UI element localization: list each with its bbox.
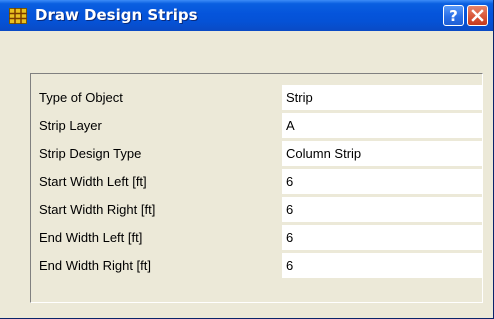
help-icon: ?	[449, 7, 458, 25]
type-of-object-field[interactable]: Strip	[282, 85, 482, 110]
property-label: End Width Right [ft]	[39, 258, 151, 273]
property-row-start-width-right: Start Width Right [ft] 6	[31, 196, 482, 223]
property-row-end-width-right: End Width Right [ft] 6	[31, 252, 482, 279]
title-bar[interactable]: Draw Design Strips ?	[0, 0, 493, 31]
draw-design-strips-dialog: Draw Design Strips ? Type of Object Stri…	[0, 0, 494, 319]
property-label: End Width Left [ft]	[39, 230, 143, 245]
property-label: Strip Design Type	[39, 146, 142, 161]
property-label: Type of Object	[39, 90, 123, 105]
close-button[interactable]	[467, 5, 488, 26]
end-width-left-field[interactable]: 6	[282, 225, 482, 250]
property-row-strip-layer: Strip Layer A	[31, 112, 482, 139]
end-width-right-field[interactable]: 6	[282, 253, 482, 278]
strip-layer-field[interactable]: A	[282, 113, 482, 138]
window-title: Draw Design Strips	[35, 6, 198, 24]
property-label: Strip Layer	[39, 118, 102, 133]
close-icon	[471, 9, 484, 22]
property-row-strip-design-type: Strip Design Type Column Strip	[31, 140, 482, 167]
property-row-start-width-left: Start Width Left [ft] 6	[31, 168, 482, 195]
properties-panel: Type of Object Strip Strip Layer A Strip…	[30, 73, 483, 303]
start-width-right-field[interactable]: 6	[282, 197, 482, 222]
start-width-left-field[interactable]: 6	[282, 169, 482, 194]
help-button[interactable]: ?	[443, 5, 464, 26]
strip-design-type-field[interactable]: Column Strip	[282, 141, 482, 166]
grid-icon	[9, 8, 27, 24]
property-label: Start Width Right [ft]	[39, 202, 156, 217]
property-row-end-width-left: End Width Left [ft] 6	[31, 224, 482, 251]
property-label: Start Width Left [ft]	[39, 174, 147, 189]
help-glyph: ?	[449, 7, 458, 25]
property-row-type-of-object: Type of Object Strip	[31, 84, 482, 111]
